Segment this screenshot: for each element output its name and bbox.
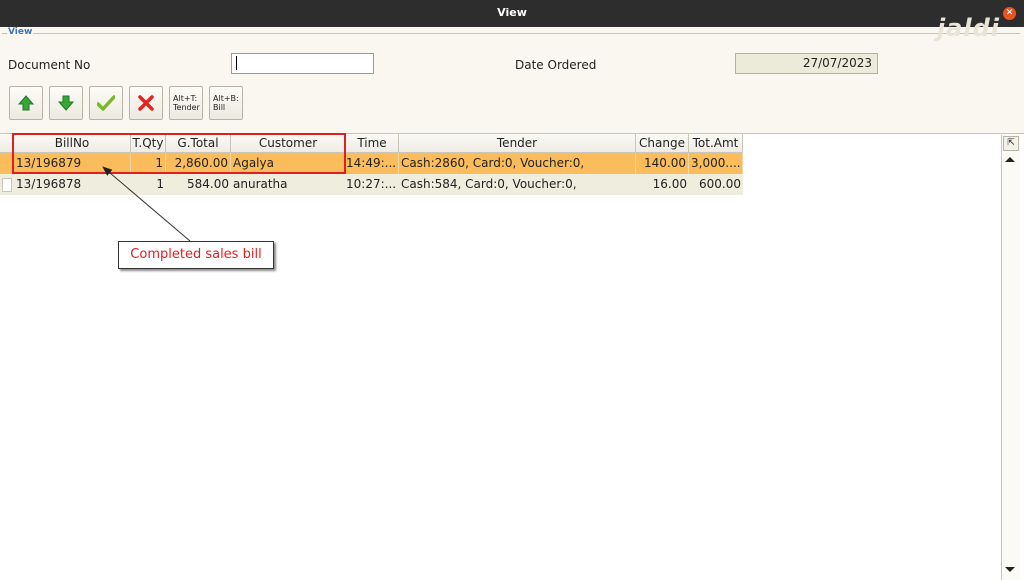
column-control-icon[interactable]: ⇱	[1003, 136, 1019, 151]
scroll-up-icon[interactable]	[1005, 157, 1015, 162]
move-up-button[interactable]	[9, 86, 43, 120]
cell-change: 16.00	[652, 177, 687, 191]
bills-table: BillNo T.Qty G.Total Customer Time Tende…	[0, 134, 743, 195]
scroll-down-icon[interactable]	[1005, 567, 1015, 572]
cell-customer: Agalya	[231, 153, 346, 174]
cell-tqty: 1	[131, 153, 166, 174]
bills-table-area: BillNo T.Qty G.Total Customer Time Tende…	[0, 133, 1024, 580]
column-header-tender[interactable]: Tender	[399, 134, 636, 153]
arrow-up-icon	[18, 95, 34, 111]
cell-change: 140.00	[636, 153, 689, 174]
cell-billno: 13/196878	[16, 177, 82, 191]
cell-gtotal: 584.00	[187, 177, 229, 191]
cell-tender: Cash:584, Card:0, Voucher:0,	[401, 177, 577, 191]
cell-time: 14:49:...	[344, 153, 399, 174]
cell-totamt: 3,000....	[689, 153, 743, 174]
bill-button[interactable]: Alt+B: Bill	[209, 86, 243, 120]
column-header-tqty[interactable]: T.Qty	[131, 134, 166, 153]
x-icon	[138, 95, 154, 111]
cancel-button[interactable]	[129, 86, 163, 120]
cell-gtotal: 2,860.00	[166, 153, 231, 174]
cell-tqty: 1	[156, 177, 164, 191]
date-ordered-label: Date Ordered	[515, 58, 597, 72]
text-caret	[236, 55, 237, 70]
arrow-down-icon	[58, 95, 74, 111]
view-window: View ✕ View jaldi Document No Date Order…	[0, 0, 1024, 580]
column-header-totamt[interactable]: Tot.Amt	[689, 134, 743, 153]
bill-shortcut: Alt+B:	[213, 94, 239, 103]
accept-button[interactable]	[89, 86, 123, 120]
cell-tender: Cash:2860, Card:0, Voucher:0,	[399, 153, 636, 174]
row-selector[interactable]	[2, 178, 12, 192]
bill-label: Bill	[213, 103, 226, 112]
document-no-field[interactable]	[231, 53, 374, 74]
column-header-change[interactable]: Change	[636, 134, 689, 153]
window-title: View	[497, 6, 527, 19]
watermark-logo: jaldi	[936, 14, 1000, 42]
column-header-billno[interactable]: BillNo	[14, 134, 131, 153]
cell-time: 10:27:...	[346, 177, 397, 191]
annotation-callout: Completed sales bill	[118, 241, 274, 269]
title-bar: View ✕	[0, 0, 1024, 27]
tender-label: Tender	[173, 103, 200, 112]
cell-totamt: 600.00	[699, 177, 741, 191]
close-icon[interactable]: ✕	[1003, 7, 1016, 20]
row-header-corner	[0, 134, 14, 153]
column-header-customer[interactable]: Customer	[231, 134, 346, 153]
table-row[interactable]: 13/196879 1 2,860.00 Agalya 14:49:... Ca…	[0, 153, 743, 174]
date-ordered-field[interactable]: 27/07/2023	[735, 53, 878, 74]
tender-shortcut: Alt+T:	[173, 94, 198, 103]
move-down-button[interactable]	[49, 86, 83, 120]
panel-legend: View	[7, 27, 34, 37]
vertical-scrollbar[interactable]: ⇱	[1001, 135, 1020, 580]
cell-billno: 13/196879	[14, 153, 131, 174]
tender-button[interactable]: Alt+T: Tender	[169, 86, 203, 120]
document-no-label: Document No	[8, 58, 91, 72]
check-icon	[97, 95, 115, 111]
table-header: BillNo T.Qty G.Total Customer Time Tende…	[0, 134, 743, 153]
table-row[interactable]: 13/196878 1 584.00 anuratha 10:27:... Ca…	[0, 174, 743, 195]
cell-customer: anuratha	[233, 177, 288, 191]
column-header-gtotal[interactable]: G.Total	[166, 134, 231, 153]
column-header-time[interactable]: Time	[346, 134, 399, 153]
